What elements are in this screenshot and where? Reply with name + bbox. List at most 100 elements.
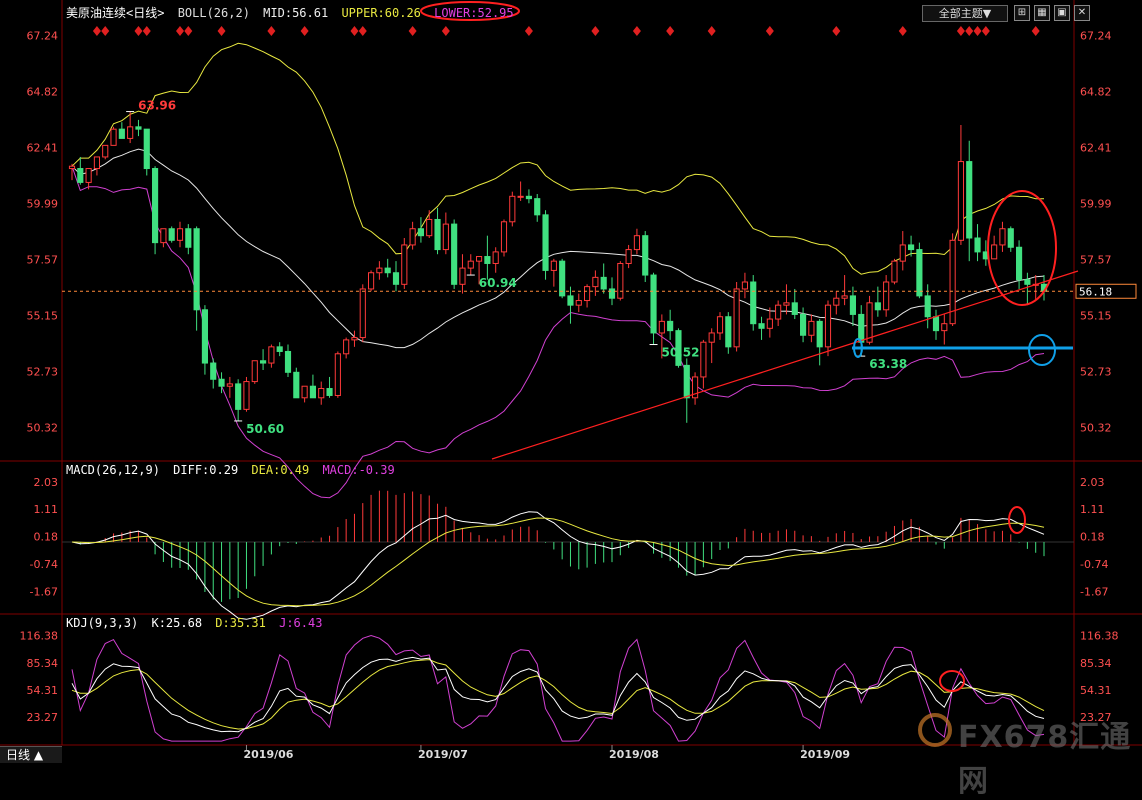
- candle: [243, 381, 250, 410]
- candle: [592, 276, 599, 288]
- candle: [384, 267, 391, 274]
- extreme-label: 63.38: [869, 357, 907, 371]
- candle: [351, 337, 358, 341]
- candle: [824, 304, 832, 348]
- signal-marker: [898, 26, 907, 36]
- candle: [218, 378, 225, 387]
- candle: [658, 320, 665, 334]
- mid-label: MID:56.61: [263, 6, 329, 20]
- candle: [451, 223, 458, 285]
- theme-dropdown-button[interactable]: 全部主题▼: [922, 5, 1008, 22]
- candle: [874, 302, 881, 311]
- candle: [866, 302, 873, 343]
- candle: [500, 221, 508, 253]
- k-line: [71, 656, 1045, 733]
- candle: [683, 364, 690, 399]
- candle: [625, 249, 632, 264]
- candle: [758, 323, 765, 329]
- axes: 67.24 67.24 64.82 64.82 62.41 62.41 59.99 59.99…: [20, 30, 1137, 761]
- candle: [725, 316, 732, 348]
- watermark: FX678汇通网: [958, 720, 1132, 799]
- candle: [883, 281, 890, 311]
- candle: [409, 228, 416, 246]
- close-icon[interactable]: ✕: [1074, 5, 1090, 21]
- signal-marker: [184, 26, 193, 36]
- price-tick-label: 62.41: [27, 141, 59, 154]
- macd-tick-label: -1.67: [30, 585, 58, 598]
- kdj-tick-label: 54.31: [1080, 684, 1112, 697]
- candle: [276, 346, 283, 352]
- candle: [467, 260, 474, 269]
- candle: [608, 288, 616, 299]
- price-tick-label: 50.32: [27, 421, 59, 434]
- header-legend: 美原油连续<日线> BOLL(26,2) MID:56.61 UPPER:60.…: [66, 4, 520, 21]
- d-label: D:35.31: [215, 616, 266, 630]
- candle: [160, 228, 167, 244]
- price-tick-label: 50.32: [1080, 421, 1112, 434]
- candle: [584, 286, 591, 302]
- extreme-label: 50.52: [662, 346, 700, 360]
- candle: [301, 385, 308, 399]
- extreme-label: 63.96: [138, 99, 176, 113]
- candle: [733, 288, 740, 348]
- candle: [974, 237, 981, 253]
- candle: [899, 244, 906, 262]
- signal-marker: [707, 26, 716, 36]
- macd-tick-label: 2.03: [1080, 476, 1105, 489]
- candle: [268, 346, 275, 364]
- settings-icon[interactable]: ▣: [1054, 5, 1070, 21]
- candle: [318, 388, 325, 399]
- candle: [534, 198, 541, 216]
- add-icon[interactable]: ⊞: [1014, 5, 1030, 21]
- support-circle-right: [1028, 334, 1056, 366]
- signal-marker: [92, 26, 101, 36]
- macd-tick-label: 0.18: [34, 531, 59, 544]
- candle: [434, 218, 441, 251]
- boll-lower-line: [71, 166, 1045, 499]
- macd-panel: [62, 490, 1074, 620]
- kdj-legend: KDJ(9,3,3) K:25.68 D:35.31 J:6.43: [66, 616, 328, 630]
- boll-upper-line: [71, 42, 1044, 275]
- price-tick-label: 57.57: [1080, 254, 1112, 267]
- candle: [368, 272, 375, 290]
- price-panel: [62, 42, 1074, 499]
- kdj-tick-label: 85.34: [27, 657, 59, 670]
- candle: [251, 360, 258, 383]
- candle: [775, 304, 782, 320]
- candle: [858, 313, 865, 343]
- macd-tick-label: -0.74: [1080, 558, 1108, 571]
- signal-marker: [217, 26, 226, 36]
- candle: [392, 272, 400, 285]
- chart-title: 美原油连续<日线>: [66, 6, 165, 20]
- candle: [77, 168, 84, 183]
- candle: [284, 350, 292, 373]
- x-tick-label: 2019/06: [243, 748, 293, 761]
- signal-marker: [350, 26, 359, 36]
- x-tick-label: 2019/09: [800, 748, 850, 761]
- candle: [201, 309, 208, 364]
- candle: [908, 244, 915, 251]
- annotations: 63.96 50.60 60.94 50.52 63.38: [92, 1, 1079, 692]
- signal-marker: [134, 26, 143, 36]
- candle: [476, 256, 483, 262]
- grid-icon[interactable]: ▦: [1034, 5, 1050, 21]
- candle: [118, 128, 125, 139]
- signal-marker: [973, 26, 982, 36]
- candle: [816, 320, 823, 348]
- candle: [849, 295, 856, 315]
- candle: [650, 274, 657, 334]
- macd-legend: MACD(26,12,9) DIFF:0.29 DEA:0.49 MACD:-0…: [66, 463, 401, 477]
- watermark-logo-icon: [918, 713, 952, 747]
- candle: [1007, 228, 1014, 248]
- period-selector-button[interactable]: 日线 ▲: [0, 746, 62, 763]
- candle: [708, 332, 715, 343]
- candle: [916, 249, 923, 297]
- signal-marker: [632, 26, 641, 36]
- signal-marker: [1031, 26, 1040, 36]
- candle: [525, 195, 532, 200]
- macd-tick-label: 2.03: [34, 476, 59, 489]
- extreme-label: 60.94: [479, 276, 517, 290]
- kdj-tick-label: 23.27: [27, 711, 59, 724]
- price-tick-label: 52.73: [27, 366, 59, 379]
- candle: [550, 260, 557, 271]
